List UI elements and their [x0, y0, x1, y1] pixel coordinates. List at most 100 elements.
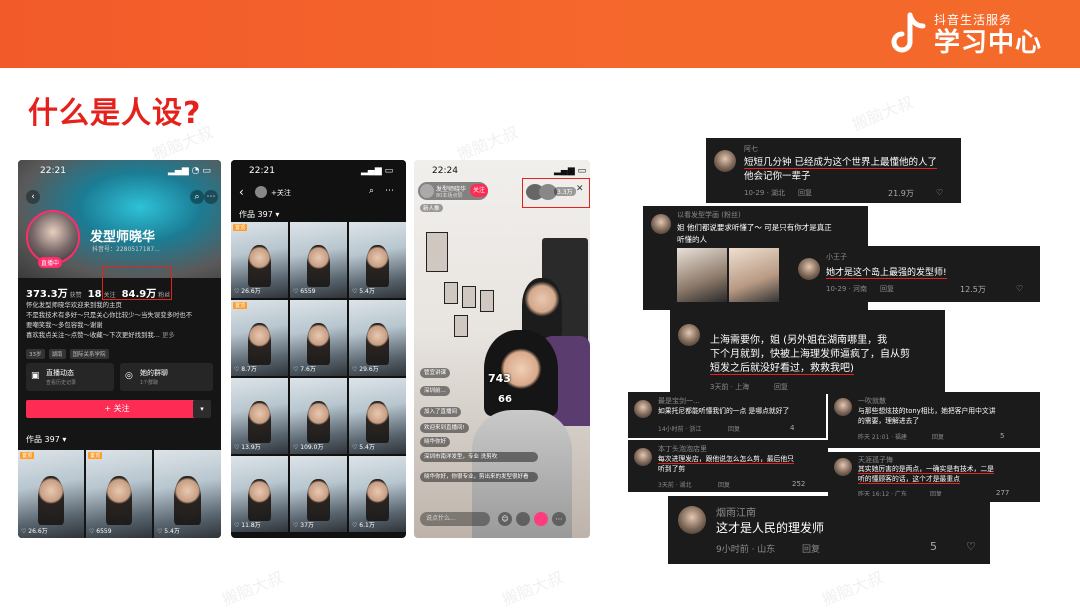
like-count: ♡ 29.6万 [352, 366, 379, 373]
wall-poster [480, 290, 494, 312]
status-icons: ▂▄▆ ▭ [361, 166, 394, 176]
comment-card: 一吹就散 与那些想炫技的tony相比，她把客户用中文讲 的需要，理解进去了 昨天… [828, 392, 1040, 448]
like-button[interactable]: 4 [790, 424, 794, 432]
works-tab[interactable]: 作品 397 ▾ [239, 209, 279, 220]
comment-card: 天涯孤子悔 其实她厉害的是两点，一确实是有技术，二是 听的懂顾客的话，这个才是最… [828, 452, 1040, 502]
follow-more-button[interactable]: ▾ [193, 400, 211, 418]
follow-button[interactable]: + 关注 [26, 400, 208, 418]
profile-screenshot: 22:21 ▂▄▆ ◔ ▭ ‹ ⌕ ⋯ 直播中 发型师晓华 抖音号：228051… [18, 160, 221, 538]
comment-card: 阿七 短短几分钟 已经成为这个世界上最懂他的人了 他会记你一辈子 10-29 ·… [706, 138, 961, 203]
works-tab[interactable]: 作品 397 ▾ [26, 434, 66, 445]
video-thumbnail[interactable]: ♡ 109.0万 [290, 378, 347, 454]
wall-poster [454, 315, 468, 337]
dislike-icon[interactable]: ♡ [966, 540, 976, 553]
reply-button[interactable]: 回复 [802, 542, 820, 555]
video-thumbnail[interactable]: 置顶 ♡ 26.6万 [18, 450, 84, 538]
badge: 新人推 [420, 204, 443, 212]
video-thumbnail[interactable]: ♡ 29.6万 [349, 300, 406, 376]
live-badge: 直播中 [38, 257, 63, 268]
reply-button[interactable]: 回复 [728, 424, 740, 433]
more-icon[interactable]: ⋯ [552, 512, 566, 526]
reply-button[interactable]: 回复 [932, 432, 944, 441]
slide-title: 什么是人设? [28, 96, 202, 131]
comment-image[interactable] [677, 248, 727, 302]
like-count: ♡ 13.9万 [234, 444, 261, 451]
video-thumbnail[interactable]: ♡ 6.1万 [349, 456, 406, 532]
pinned-badge: 置顶 [233, 224, 248, 231]
reply-button[interactable]: 回复 [798, 188, 812, 198]
header-bar: 抖音生活服务 学习中心 [0, 0, 1080, 68]
avatar [834, 398, 852, 416]
video-thumbnail[interactable]: 置顶 ♡ 6559 [86, 450, 152, 538]
comment-card: 上海需要你，姐 (另外姐在湖南哪里，我 下个月就到，快被上海理发师逼疯了，自从剪… [670, 310, 945, 394]
brand: 抖音生活服务 学习中心 [888, 8, 1042, 62]
works-grid-screenshot: 22:21 ▂▄▆ ▭ ‹ +关注 ⌕ ⋯ 作品 397 ▾ 置顶 ♡ 26.6万… [231, 160, 406, 538]
wall-poster [462, 286, 476, 308]
video-thumbnail[interactable]: ♡ 7.6万 [290, 300, 347, 376]
like-count: ♡ 11.8万 [234, 522, 261, 529]
like-count: ♡ 5.4万 [352, 444, 375, 451]
like-button[interactable]: 5 [1000, 432, 1004, 440]
watermark: 搬脑大叔 [454, 122, 521, 165]
status-icons: ▂▄▆ ▭ [554, 166, 587, 176]
like-button[interactable]: 252 [792, 480, 805, 488]
video-thumbnail[interactable]: ♡ 5.4万 [349, 378, 406, 454]
avatar [834, 458, 852, 476]
following-count[interactable]: 18 [88, 289, 102, 300]
watermark: 搬脑大叔 [219, 567, 286, 610]
wall-poster [426, 232, 448, 272]
watermark: 搬脑大叔 [849, 92, 916, 135]
like-button[interactable]: 5 [930, 540, 937, 553]
avatar [634, 400, 652, 418]
like-count: ♡ 7.6万 [293, 366, 316, 373]
video-thumbnail[interactable]: ♡ 11.8万 [231, 456, 288, 532]
profile-id: 抖音号：2280517187... [92, 246, 160, 253]
back-icon[interactable]: ‹ [26, 190, 40, 204]
status-time: 22:21 [40, 166, 66, 176]
comment-card: 最是宝剑一... 如果托尼都能听懂我们的一点 是哪点就好了 14小时前 · 浙江… [628, 392, 826, 438]
dislike-icon[interactable]: ♡ [1016, 284, 1023, 293]
avatar [255, 186, 267, 198]
live-history-card[interactable]: ▣ 直播动态 查看历史记录 [26, 363, 114, 391]
video-thumbnail[interactable]: ♡ 13.9万 [231, 378, 288, 454]
bio-more-link[interactable]: 更多 [162, 331, 175, 339]
like-button[interactable]: 12.5万 [960, 284, 986, 295]
group-chat-card[interactable]: ◎ 她的群聊 1个群聊 [120, 363, 213, 391]
video-thumbnail[interactable]: ♡ 37万 [290, 456, 347, 532]
search-icon[interactable]: ⌕ [190, 190, 204, 204]
dislike-icon[interactable]: ♡ [936, 188, 943, 197]
video-thumbnail[interactable]: 置顶 ♡ 8.7万 [231, 300, 288, 376]
video-thumbnail[interactable]: 置顶 ♡ 26.6万 [231, 222, 288, 298]
live-follow-button[interactable]: 关注 [470, 184, 488, 197]
gift-icon[interactable] [534, 512, 548, 526]
comment-image[interactable] [729, 248, 779, 302]
calendar-icon: ▣ [31, 371, 40, 381]
avatar [798, 258, 820, 280]
like-count: ♡ 6.1万 [352, 522, 375, 529]
video-thumbnail[interactable]: ♡ 6559 [290, 222, 347, 298]
comment-input[interactable]: 说点什么... [420, 512, 490, 526]
like-button[interactable]: 277 [996, 489, 1009, 497]
avatar[interactable] [26, 210, 80, 264]
more-icon[interactable]: ⋯ [204, 190, 218, 204]
wall-poster [444, 282, 458, 304]
reply-button[interactable]: 回复 [718, 480, 730, 489]
reply-button[interactable]: 回复 [774, 382, 788, 392]
brand-title: 学习中心 [933, 28, 1042, 58]
video-thumbnail[interactable]: ♡ 5.4万 [349, 222, 406, 298]
group-icon: ◎ [125, 371, 133, 381]
back-icon[interactable]: ‹ [239, 185, 244, 199]
like-count: ♡ 6559 [293, 288, 316, 295]
host-avatar [420, 184, 434, 198]
more-icon[interactable]: ⋯ [385, 186, 394, 196]
avatar [651, 214, 671, 234]
share-icon[interactable] [516, 512, 530, 526]
comment-card: 烟雨江南 这才是人民的理发师 9小时前 · 山东 回复 5 ♡ [668, 496, 990, 564]
like-button[interactable]: 21.9万 [888, 188, 914, 199]
reply-button[interactable]: 回复 [880, 284, 894, 294]
emoji-icon[interactable]: ☺ [498, 512, 512, 526]
brand-subtitle: 抖音生活服务 [933, 13, 1012, 27]
follow-link[interactable]: +关注 [271, 188, 291, 198]
video-thumbnail[interactable]: ♡ 5.4万 [154, 450, 221, 538]
search-icon[interactable]: ⌕ [369, 186, 374, 196]
